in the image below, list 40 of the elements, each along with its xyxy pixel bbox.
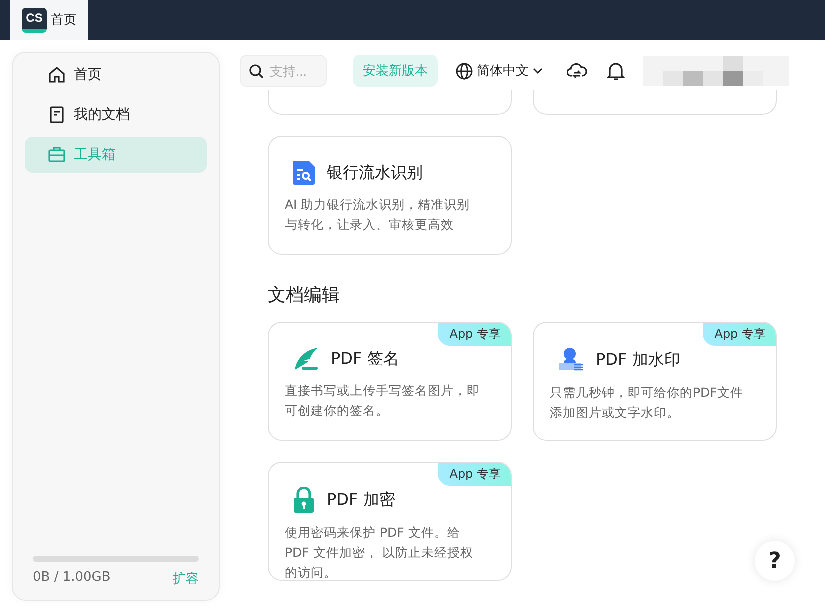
document-icon bbox=[48, 106, 66, 124]
home-icon bbox=[48, 66, 66, 84]
tool-card[interactable]: 银行流水识别 AI 助力银行流水识别，精准识别与转化，让录入、审核更高效 bbox=[268, 136, 512, 255]
feather-pen-icon bbox=[293, 347, 319, 371]
help-button[interactable]: ? bbox=[755, 541, 795, 581]
tool-card[interactable]: App 专享 PDF 签名 直接书写或上传手写签名图片，即可创建你的签名。 bbox=[268, 322, 512, 441]
search-input[interactable]: 支持... bbox=[270, 64, 324, 78]
tool-description: 使用密码来保护 PDF 文件。给PDF 文件加密， 以防止未经授权的访问。 bbox=[285, 524, 474, 580]
tab-label: 首页 bbox=[51, 12, 77, 29]
language-selector[interactable]: 简体中文 bbox=[456, 62, 543, 80]
lock-icon bbox=[293, 487, 315, 513]
document-search-icon bbox=[293, 161, 315, 185]
chevron-down-icon bbox=[533, 68, 543, 74]
tool-title: PDF 签名 bbox=[331, 348, 400, 370]
notification-button[interactable] bbox=[607, 62, 625, 80]
cloud-sync-icon bbox=[567, 62, 587, 80]
tool-description: 直接书写或上传手写签名图片，即可创建你的签名。 bbox=[285, 382, 481, 420]
cloud-sync-button[interactable] bbox=[567, 62, 587, 80]
tool-title: 银行流水识别 bbox=[327, 162, 423, 184]
app-only-badge: App 专享 bbox=[438, 463, 511, 486]
globe-icon bbox=[456, 62, 473, 80]
tool-title: PDF 加水印 bbox=[596, 350, 680, 370]
section-title: 文档编辑 bbox=[268, 284, 341, 307]
app-only-badge: App 专享 bbox=[702, 323, 776, 346]
bell-icon bbox=[607, 62, 625, 80]
tool-card[interactable]: App 专享 PDF 加密 使用密码来保护 PDF 文件。给PDF 文件加密， 以防止未经授权的访问。 bbox=[268, 462, 512, 581]
search-icon bbox=[249, 64, 264, 78]
storage-usage: 0B / 1.00GB bbox=[33, 570, 111, 587]
stamp-icon bbox=[558, 347, 584, 373]
search-field[interactable]: 支持... bbox=[240, 55, 327, 87]
sidebar-item[interactable]: 我的文档 bbox=[25, 97, 207, 133]
tool-card[interactable]: App 专享 PDF 加水印 只需几秒钟，即可给你的PDF文件添加图片或文字水印。 bbox=[533, 322, 777, 441]
briefcase-icon bbox=[48, 146, 66, 164]
app-logo: CS bbox=[22, 8, 47, 32]
tool-description: AI 助力银行流水识别，精准识别与转化，让录入、审核更高效 bbox=[285, 196, 472, 234]
tool-title: PDF 加密 bbox=[327, 490, 396, 510]
home-tab[interactable]: CS 首页 bbox=[10, 0, 88, 40]
app-only-badge: App 专享 bbox=[438, 323, 511, 346]
tool-description: 只需几秒钟，即可给你的PDF文件添加图片或文字水印。 bbox=[550, 384, 744, 422]
sidebar-item[interactable]: 首页 bbox=[25, 57, 207, 93]
